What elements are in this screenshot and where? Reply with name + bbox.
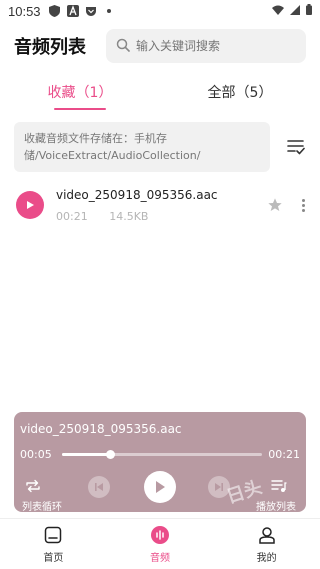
- file-meta: 00:21 14.5KB: [56, 210, 266, 223]
- status-bar: 10:53: [0, 0, 320, 22]
- person-icon: [256, 524, 278, 546]
- status-right-group: [272, 4, 312, 18]
- file-size: 14.5KB: [109, 209, 149, 223]
- progress-slider[interactable]: [62, 450, 262, 459]
- home-icon: [42, 524, 64, 546]
- play-icon: [27, 201, 34, 209]
- a-badge-icon: [66, 5, 79, 17]
- audio-wave-icon: [149, 524, 171, 546]
- tab-label: 收藏（1）: [47, 85, 113, 101]
- repeat-icon: [26, 479, 40, 493]
- search-input[interactable]: [136, 39, 286, 53]
- file-duration: 00:21: [56, 209, 88, 223]
- nav-item-audio[interactable]: 音频: [107, 519, 214, 569]
- search-icon: [116, 37, 130, 56]
- storage-path-row: 收藏音频文件存储在：手机存储/VoiceExtract/AudioCollect…: [14, 122, 306, 172]
- progress-knob[interactable]: [106, 450, 115, 459]
- file-name: video_250918_095356.aac: [56, 187, 218, 202]
- tab-label: 全部（5）: [207, 85, 273, 101]
- list-check-icon: [287, 140, 305, 155]
- tab-all[interactable]: 全部（5）: [160, 72, 320, 112]
- nav-label: 首页: [43, 553, 64, 564]
- tab-bar: 收藏（1） 全部（5）: [0, 72, 320, 112]
- playlist-button[interactable]: [270, 478, 288, 494]
- pocket-icon: [85, 5, 97, 17]
- play-pause-button[interactable]: [144, 471, 176, 503]
- star-icon: [268, 198, 282, 211]
- tab-active-indicator: [54, 108, 106, 110]
- storage-path-notice: 收藏音频文件存储在：手机存储/VoiceExtract/AudioCollect…: [14, 122, 270, 172]
- previous-button[interactable]: [88, 476, 110, 498]
- page-title: 音频列表: [14, 37, 86, 58]
- playlist-icon: [271, 480, 287, 492]
- nav-item-profile[interactable]: 我的: [213, 519, 320, 569]
- playlist-label: 播放列表: [256, 502, 296, 513]
- tab-favorites[interactable]: 收藏（1）: [0, 72, 160, 112]
- file-info: video_250918_095356.aac 00:21 14.5KB: [56, 188, 266, 223]
- multi-select-button[interactable]: [286, 137, 306, 157]
- progress-fill: [62, 453, 110, 456]
- nav-label: 音频: [150, 553, 170, 564]
- player-track-title: video_250918_095356.aac: [20, 422, 182, 436]
- bottom-nav: 首页 音频 我的: [0, 518, 320, 569]
- player-current-time: 00:05: [20, 448, 52, 461]
- loop-mode-label: 列表循环: [22, 502, 62, 513]
- item-play-button[interactable]: [16, 191, 44, 219]
- wifi-icon: [272, 4, 284, 18]
- more-dots-icon: [301, 198, 305, 202]
- signal-icon: [290, 4, 300, 18]
- play-icon: [156, 481, 165, 493]
- battery-icon: [306, 4, 312, 18]
- dot-icon: [103, 5, 115, 17]
- search-bar[interactable]: [106, 29, 306, 63]
- skip-previous-icon: [95, 483, 103, 491]
- loop-mode-button[interactable]: [24, 478, 42, 494]
- player-total-time: 00:21: [268, 448, 300, 461]
- more-options-button[interactable]: [298, 196, 308, 214]
- favorite-button[interactable]: [266, 196, 284, 214]
- shield-icon: [49, 5, 61, 17]
- list-item[interactable]: video_250918_095356.aac 00:21 14.5KB: [14, 182, 310, 228]
- status-time: 10:53: [8, 3, 41, 19]
- header: 音频列表: [0, 26, 320, 66]
- nav-item-home[interactable]: 首页: [0, 519, 107, 569]
- nav-label: 我的: [256, 553, 277, 564]
